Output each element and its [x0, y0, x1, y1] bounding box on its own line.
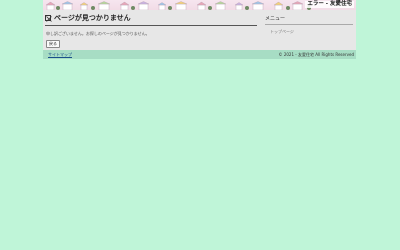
site-title: エラー - 友愛住宅 — [305, 1, 354, 8]
sidebar-item-top-page[interactable]: トップページ — [270, 29, 294, 34]
page-title-text: ページが見つかりません — [54, 14, 131, 22]
footer: サイトマップ © 2021 - 友愛住宅 All Rights Reserved — [43, 50, 356, 59]
title-divider — [45, 25, 257, 26]
house-illustration — [45, 1, 311, 10]
sidebar-divider — [265, 24, 353, 25]
sitemap-link[interactable]: サイトマップ — [48, 52, 72, 57]
sidebar-heading: メニュー — [265, 16, 286, 22]
page-title: ページが見つかりません — [45, 14, 257, 24]
broken-image-icon — [45, 15, 52, 22]
error-message: 申し訳ございません。お探しのページが見つかりません。 — [46, 31, 150, 36]
back-button[interactable]: 戻る — [46, 40, 60, 48]
content-area: ページが見つかりません 申し訳ございません。お探しのページが見つかりません。 戻… — [43, 10, 356, 50]
main-column: ページが見つかりません 申し訳ございません。お探しのページが見つかりません。 戻… — [45, 14, 257, 48]
header-banner: エラー - 友愛住宅 — [43, 0, 356, 10]
page-frame: エラー - 友愛住宅 ページが見つかりません 申し訳ございません。お探しのページ… — [43, 0, 356, 60]
copyright-text: © 2021 - 友愛住宅 All Rights Reserved — [278, 52, 354, 57]
sidebar: メニュー トップページ — [265, 16, 353, 34]
